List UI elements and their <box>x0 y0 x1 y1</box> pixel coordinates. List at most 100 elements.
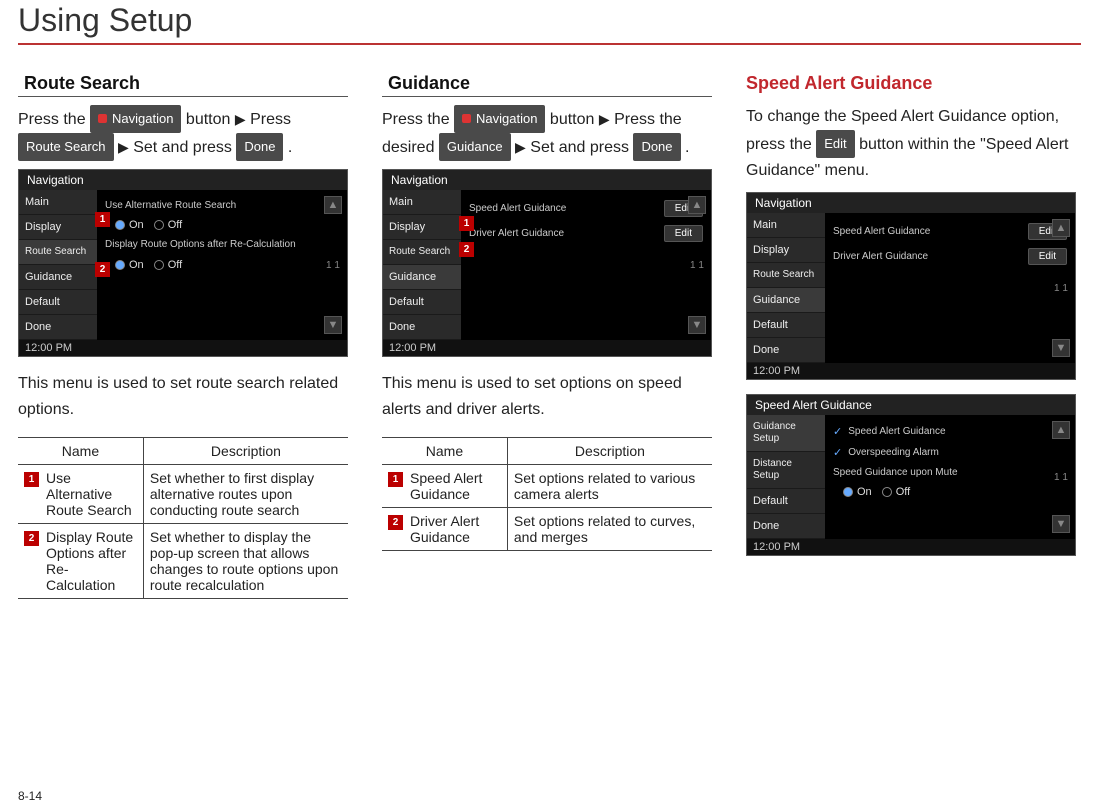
menu-item: Main <box>383 190 461 215</box>
table-cell-name: 2 Display Route Options after Re-Calculat… <box>18 524 143 599</box>
table-cell-name: 1 Use Alternative Route Search <box>18 465 143 524</box>
up-arrow-icon: ▲ <box>1052 421 1070 439</box>
term-name: Speed Alert Guidance <box>410 470 501 502</box>
check-icon: ✓ <box>833 446 842 459</box>
done-button-label: Done <box>236 133 283 161</box>
menu-item: Default <box>747 489 825 514</box>
text: On <box>129 259 144 271</box>
term-name: Display Route Options after Re-Calculati… <box>46 529 137 593</box>
text: Off <box>168 219 182 231</box>
term-name: Driver Alert Guidance <box>410 513 501 545</box>
option-label: Driver Alert Guidance <box>469 228 664 239</box>
pager: ▲1 1▼ <box>1051 421 1071 533</box>
menu-item-active: Route Search <box>19 240 97 265</box>
text: On <box>857 486 872 498</box>
radio-off-icon <box>154 260 164 270</box>
page-indicator: 1 1 <box>1054 439 1068 515</box>
callout-1: 1 <box>95 212 110 227</box>
down-arrow-icon: ▼ <box>1052 339 1070 357</box>
nav-icon <box>98 114 107 123</box>
col-guidance: Guidance Press the Navigation button ▶ P… <box>382 71 712 599</box>
screenshot-main: Speed Alert GuidanceEdit 1 Driver Alert … <box>461 190 711 340</box>
route-search-button-label: Route Search <box>18 133 114 161</box>
edit-button-label: Edit <box>816 130 854 158</box>
radio-on-icon <box>115 260 125 270</box>
text: Set and press <box>133 139 236 156</box>
table-cell-name: 1Speed Alert Guidance <box>382 465 507 508</box>
radio-off-icon <box>882 487 892 497</box>
table-cell-name: 2 Driver Alert Guidance <box>382 508 507 551</box>
table-cell-desc: Set whether to first display alternative… <box>143 465 348 524</box>
page-indicator: 1 1 <box>326 214 340 316</box>
callout-2: 2 <box>388 515 403 530</box>
menu-item: Distance Setup <box>747 452 825 489</box>
menu-item: Display <box>19 215 97 240</box>
pager: ▲1 1▼ <box>687 196 707 334</box>
screenshot-sidebar: Guidance Setup Distance Setup Default Do… <box>747 415 825 539</box>
status-bar: 12:00 PM <box>747 539 1075 555</box>
screenshot-title: Speed Alert Guidance <box>747 395 1075 415</box>
option-label: Speed Alert Guidance <box>469 203 664 214</box>
radio-off-icon <box>154 220 164 230</box>
text: Press the <box>382 111 454 128</box>
callout-1: 1 <box>24 472 39 487</box>
menu-item: Done <box>747 338 825 363</box>
screenshot-title: Navigation <box>747 193 1075 213</box>
pointer-icon: ▶ <box>118 139 129 155</box>
menu-item: Default <box>747 313 825 338</box>
check-icon: ✓ <box>833 425 842 438</box>
col-route-search: Route Search Press the Navigation button… <box>18 71 348 599</box>
screenshot-sidebar: Main Display Route Search Guidance Defau… <box>747 213 825 363</box>
option-label: Use Alternative Route Search <box>105 200 339 211</box>
page-number: 8-14 <box>18 789 42 803</box>
screenshot-title: Navigation <box>19 170 347 190</box>
done-button-label: Done <box>633 133 680 161</box>
text: Press <box>250 111 291 128</box>
down-arrow-icon: ▼ <box>1052 515 1070 533</box>
text: . <box>685 139 689 156</box>
pointer-icon: ▶ <box>235 111 246 127</box>
menu-item: Display <box>383 215 461 240</box>
col-speed-alert: Speed Alert Guidance To change the Speed… <box>746 71 1076 599</box>
page-title: Using Setup <box>18 2 1081 45</box>
table-cell-desc: Set options related to curves, and merge… <box>507 508 712 551</box>
menu-item: Route Search <box>383 240 461 265</box>
section-heading-guidance: Guidance <box>382 71 712 97</box>
option-label: Speed Alert Guidance <box>833 226 1028 237</box>
screenshot-sidebar: Main Display Route Search Guidance Defau… <box>19 190 97 340</box>
callout-2: 2 <box>24 531 39 546</box>
page-indicator: 1 1 <box>690 214 704 316</box>
menu-item-active: Guidance Setup <box>747 415 825 452</box>
option-label: Speed Alert Guidance <box>848 426 1067 437</box>
navigation-button-label: Navigation <box>90 105 181 133</box>
instructions-route-search: Press the Navigation button ▶ Press Rout… <box>18 105 348 161</box>
menu-item: Default <box>19 290 97 315</box>
instructions-speed-alert: To change the Speed Alert Guidance optio… <box>746 104 1076 184</box>
pointer-icon: ▶ <box>599 111 610 127</box>
screenshot-main: ✓Speed Alert Guidance ✓Overspeeding Alar… <box>825 415 1075 539</box>
text: Press the <box>18 111 90 128</box>
screenshot-sidebar: Main Display Route Search Guidance Defau… <box>383 190 461 340</box>
callout-2: 2 <box>459 242 474 257</box>
table-cell-desc: Set whether to display the pop-up screen… <box>143 524 348 599</box>
menu-item: Display <box>747 238 825 263</box>
terms-table: NameDescription 1Speed Alert Guidance Se… <box>382 437 712 551</box>
screenshot-guidance-edit: Navigation Main Display Route Search Gui… <box>746 192 1076 380</box>
up-arrow-icon: ▲ <box>1052 219 1070 237</box>
radio-on-icon <box>843 487 853 497</box>
option-label: Driver Alert Guidance <box>833 251 1028 262</box>
text: button <box>550 111 599 128</box>
screenshot-main: Use Alternative Route Search 1 On Off Dis… <box>97 190 347 340</box>
screenshot-main: Speed Alert GuidanceEdit Driver Alert Gu… <box>825 213 1075 363</box>
text: Navigation <box>112 111 173 126</box>
menu-item: Route Search <box>747 263 825 288</box>
down-arrow-icon: ▼ <box>324 316 342 334</box>
callout-1: 1 <box>459 216 474 231</box>
text: On <box>129 219 144 231</box>
text: button <box>186 111 235 128</box>
menu-item: Main <box>747 213 825 238</box>
option-label: Display Route Options after Re-Calculati… <box>105 239 339 251</box>
up-arrow-icon: ▲ <box>688 196 706 214</box>
term-name: Use Alternative Route Search <box>46 470 137 518</box>
menu-item: Done <box>383 315 461 340</box>
